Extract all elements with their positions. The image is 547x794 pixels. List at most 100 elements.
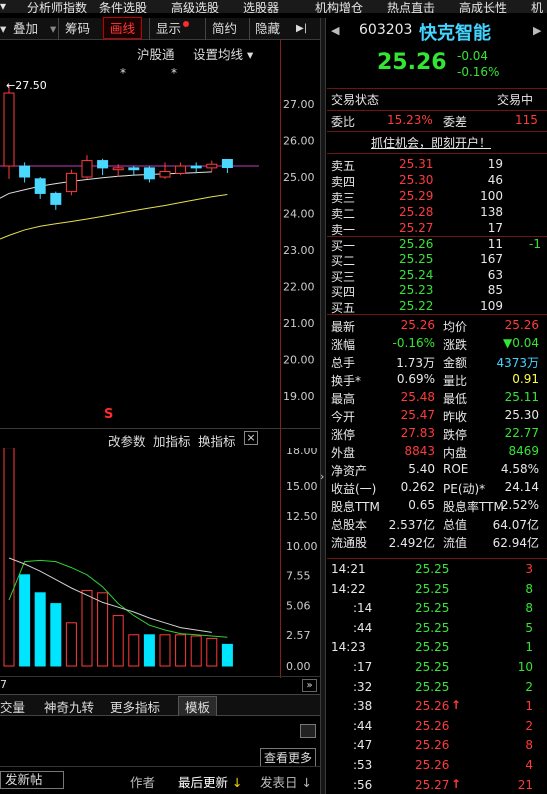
menu-selector[interactable]: 选股器: [243, 0, 279, 13]
open-account-ad[interactable]: 抓住机会，即刻开户！: [371, 134, 491, 151]
tab-more-indicators[interactable]: 更多指标: [110, 697, 160, 716]
draw-line-button[interactable]: 画线: [103, 17, 143, 39]
tick-volume: 8: [525, 601, 533, 616]
ask-price: 25.29: [399, 189, 434, 203]
stat-label: 最低: [443, 392, 468, 406]
event-marker-icon[interactable]: S: [104, 407, 113, 422]
chart-scroll-row[interactable]: 7 »: [0, 676, 320, 694]
stat-value: 25.47: [400, 408, 435, 422]
volume-bar: [112, 615, 124, 667]
author-column[interactable]: 作者: [130, 772, 155, 791]
tick-volume: 5: [525, 620, 533, 635]
expand-icon[interactable]: »: [302, 679, 317, 692]
stat-label: 昨收: [443, 410, 468, 424]
tick-volume: 2: [525, 718, 533, 733]
volume-axis-label: 2.57: [286, 629, 311, 642]
stat-label: 金额: [443, 356, 468, 370]
stat-value: 25.26: [504, 318, 539, 332]
stat-label: 最高: [331, 392, 356, 406]
price-axis-label: 22.00: [283, 281, 315, 294]
high-price-marker: ←27.50: [6, 79, 47, 92]
toolbar-nav-icon[interactable]: ▶|: [296, 18, 307, 40]
hide-button[interactable]: 隐藏: [249, 18, 280, 40]
stat-label: 总值: [443, 518, 468, 532]
tick-time: :44: [353, 620, 373, 635]
menu-arrow-icon[interactable]: ▾: [0, 0, 6, 13]
menu-toggle-icon[interactable]: [300, 724, 316, 738]
menu-hotspot[interactable]: 热点直击: [387, 0, 435, 13]
tick-volume: 21: [517, 777, 533, 792]
stat-label: 最新: [331, 320, 356, 334]
menu-institution-increase[interactable]: 机构增仓: [315, 0, 363, 13]
stat-label: 涨跌: [443, 338, 468, 352]
stat-label: 外盘: [331, 446, 356, 460]
overlay-button[interactable]: 叠加: [13, 18, 38, 40]
stat-value: 5.40: [408, 462, 435, 476]
set-ma-link[interactable]: 设置均线 ▾: [193, 44, 253, 63]
chart-toolbar: ▾ 叠加 ▾ 筹码 画线 显示 简约 隐藏 ▶|: [0, 17, 320, 40]
weibi-label: 委比: [331, 115, 356, 129]
stat-value: 0.69%: [396, 372, 435, 386]
post-date-column[interactable]: 发表日 ↓: [260, 772, 312, 791]
volume-axis-label: 10.00: [286, 540, 318, 553]
volume-bar: [190, 635, 202, 667]
ask-volume: 19: [487, 157, 503, 171]
stat-label: 流值: [443, 536, 468, 550]
menu-high-growth[interactable]: 高成长性: [459, 0, 507, 13]
menu-analyst-index[interactable]: 分析师指数: [27, 0, 87, 13]
view-more-button[interactable]: 查看更多: [260, 748, 317, 767]
candle-body: [97, 160, 109, 169]
stat-label: 跌停: [443, 428, 468, 442]
candle-body: [50, 192, 62, 205]
tab-volume[interactable]: 交量: [0, 697, 25, 716]
menu-condition-select[interactable]: 条件选股: [99, 0, 147, 13]
event-star-icon[interactable]: *: [171, 66, 177, 80]
tab-template[interactable]: 模板: [178, 696, 218, 717]
hsgt-link[interactable]: 沪股通: [137, 44, 175, 63]
ma-line-white: [0, 171, 212, 199]
discussion-area: 查看更多: [0, 716, 320, 767]
event-star-icon[interactable]: *: [120, 66, 126, 80]
tick-volume: 2: [525, 679, 533, 694]
volume-bar: [3, 448, 15, 667]
new-post-button[interactable]: 发新帖: [0, 771, 64, 789]
bid-level-label: 买五: [331, 300, 356, 315]
candle-body: [34, 178, 46, 194]
simple-button[interactable]: 简约: [205, 18, 237, 40]
candle-body: [81, 160, 93, 178]
last-update-column[interactable]: 最后更新 ↓: [178, 772, 242, 791]
volume-axis-label: 7.55: [286, 569, 311, 582]
bid-volume-delta: -1: [529, 237, 541, 251]
panel-splitter[interactable]: ›: [320, 18, 326, 794]
up-arrow-icon: ↑: [451, 698, 462, 713]
tick-volume: 8: [525, 738, 533, 753]
stock-code: 603203: [359, 22, 413, 38]
volume-bar: [81, 589, 93, 667]
bid-volume: 85: [487, 283, 503, 298]
quote-prev-icon[interactable]: ◀: [331, 24, 339, 37]
candle-body: [143, 167, 155, 180]
volume-axis-label: 5.06: [286, 599, 311, 612]
chips-button[interactable]: 筹码: [58, 18, 90, 40]
quote-next-icon[interactable]: ▶: [533, 24, 541, 37]
menu-advanced-select[interactable]: 高级选股: [171, 0, 219, 13]
stat-value: 25.30: [504, 408, 539, 422]
ma-line-yellow: [0, 194, 228, 240]
tick-time: :44: [353, 718, 373, 733]
stat-value: ▼0.04: [503, 336, 539, 350]
toolbar-left-arrow-icon[interactable]: ▾: [0, 18, 10, 40]
display-button[interactable]: 显示: [149, 18, 190, 40]
candle-body: [3, 92, 15, 167]
stat-value: 0.65: [408, 498, 435, 512]
menu-more[interactable]: 机: [531, 0, 543, 13]
candle-body: [65, 172, 77, 193]
bid-price: 25.26: [399, 237, 434, 251]
bid-volume: 63: [487, 267, 503, 282]
quote-panel: ◀ 603203 快克智能 ▶ 25.26 -0.04 -0.16% 交易状态 …: [327, 18, 547, 794]
price-chart[interactable]: 27.00 26.00 25.00 24.00 23.00 22.00 21.00 20.00…: [0, 40, 320, 428]
close-indicator-icon[interactable]: ×: [244, 431, 258, 445]
notify-dot-icon: [183, 21, 190, 27]
tab-magic-nine[interactable]: 神奇九转: [44, 697, 94, 716]
volume-bar: [50, 603, 62, 667]
collapse-arrow-icon[interactable]: ›: [320, 470, 324, 483]
